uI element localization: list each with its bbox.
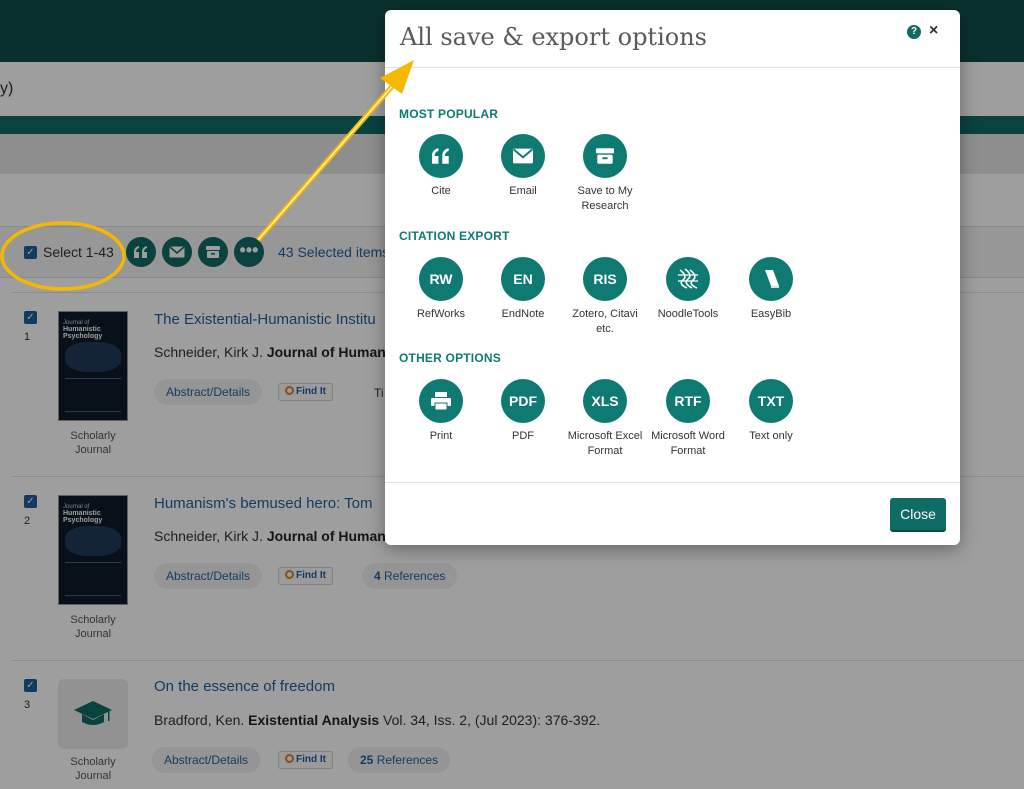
help-icon[interactable]: ? — [907, 25, 921, 39]
option-label: Text only — [749, 430, 793, 442]
print-icon — [431, 392, 451, 411]
save-export-modal: All save & export options ? × MOST POPUL… — [385, 10, 960, 545]
close-icon[interactable]: × — [929, 22, 938, 40]
modal-header: All save & export options ? × — [385, 10, 960, 68]
option-label: Print — [429, 430, 453, 442]
option-rtf[interactable]: RTF Microsoft Word Format — [649, 379, 727, 459]
option-label: EasyBib — [750, 308, 792, 320]
modal-title: All save & export options — [400, 23, 707, 51]
option-txt[interactable]: TXT Text only — [732, 379, 810, 444]
option-label: EndNote — [501, 308, 545, 320]
option-pdf[interactable]: PDF PDF — [484, 379, 562, 444]
modal-footer: Close — [385, 482, 960, 545]
email-icon — [513, 148, 533, 164]
option-email[interactable]: Email — [484, 134, 562, 199]
section-other-options: OTHER OPTIONS — [399, 351, 501, 365]
option-label: RefWorks — [416, 308, 466, 320]
option-label: Microsoft Word Format — [651, 430, 725, 457]
option-easybib[interactable]: EasyBib — [732, 257, 810, 322]
option-cite[interactable]: Cite — [402, 134, 480, 199]
option-endnote[interactable]: EN EndNote — [484, 257, 562, 322]
option-label: NoodleTools — [657, 308, 719, 320]
option-label: Save to My Research — [577, 185, 633, 212]
option-label: Microsoft Excel Format — [567, 430, 643, 457]
close-button[interactable]: Close — [890, 498, 946, 530]
section-citation-export: CITATION EXPORT — [399, 229, 510, 243]
option-ris[interactable]: RIS Zotero, Citavi etc. — [566, 257, 644, 337]
option-refworks[interactable]: RW RefWorks — [402, 257, 480, 322]
quote-icon — [432, 148, 449, 164]
section-most-popular: MOST POPULAR — [399, 107, 499, 121]
option-save-to-my-research[interactable]: Save to My Research — [566, 134, 644, 214]
option-noodletools[interactable]: NoodleTools — [649, 257, 727, 322]
noodletools-icon — [678, 268, 698, 289]
option-label: Cite — [431, 185, 451, 197]
option-label: Email — [509, 185, 537, 197]
option-xls[interactable]: XLS Microsoft Excel Format — [566, 379, 644, 459]
page: y) ✓ Select 1-43 ••• 43 Selected items ✓… — [0, 0, 1024, 789]
option-print[interactable]: Print — [402, 379, 480, 444]
save-folder-icon — [596, 148, 614, 164]
option-label: PDF — [512, 430, 534, 442]
option-label: Zotero, Citavi etc. — [572, 308, 638, 335]
easybib-icon — [765, 270, 779, 288]
